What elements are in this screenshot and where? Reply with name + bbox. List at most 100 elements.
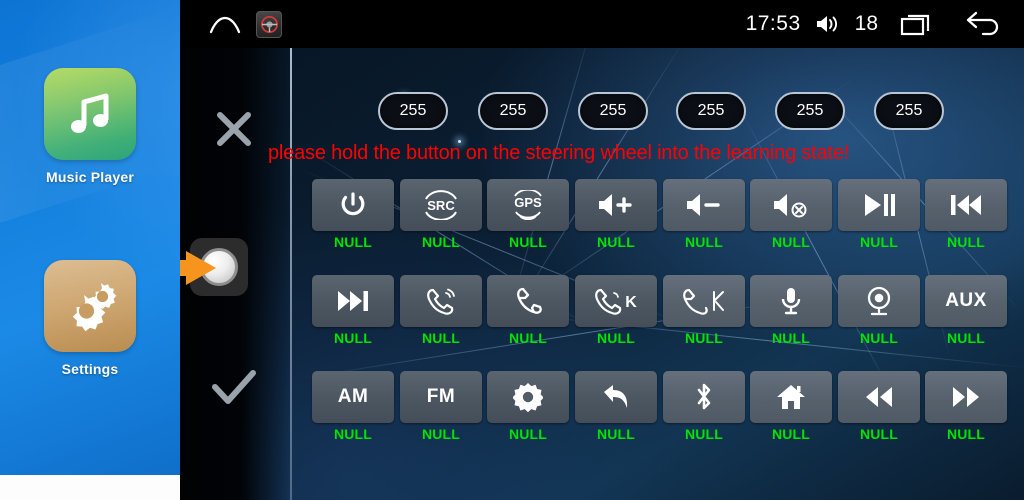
function-cell-volume-up[interactable]: NULL <box>575 179 657 250</box>
function-label: NULL <box>684 426 724 442</box>
function-label: NULL <box>771 426 811 442</box>
function-cell-phone-hangup-key[interactable]: NULL <box>663 275 745 346</box>
function-label: NULL <box>333 234 373 250</box>
fm-text: FM <box>426 386 456 407</box>
function-label: NULL <box>771 234 811 250</box>
function-label: NULL <box>859 426 899 442</box>
function-cell-camera[interactable]: NULL <box>838 275 920 346</box>
power-icon[interactable] <box>312 179 394 231</box>
aux-text: AUX <box>945 290 987 311</box>
fast-forward-icon[interactable] <box>925 371 1007 423</box>
function-label: NULL <box>333 330 373 346</box>
function-cell-microphone[interactable]: NULL <box>750 275 832 346</box>
camera-icon[interactable] <box>838 275 920 327</box>
microphone-icon[interactable] <box>750 275 832 327</box>
function-label: NULL <box>333 426 373 442</box>
function-cell-fm[interactable]: FM NULL <box>400 371 482 442</box>
app-label-music-player: Music Player <box>46 169 134 185</box>
status-time: 17:53 <box>745 12 801 35</box>
phone-answer-icon[interactable] <box>400 275 482 327</box>
function-cell-bluetooth[interactable]: NULL <box>663 371 745 442</box>
recent-apps-icon[interactable] <box>900 11 934 37</box>
fm-band-icon[interactable]: FM <box>400 371 482 423</box>
function-cell-gps[interactable]: GPS NULL <box>487 179 569 250</box>
app-tile-music-player[interactable]: Music Player <box>44 68 136 185</box>
function-cell-rewind[interactable]: NULL <box>838 371 920 442</box>
main-panel: 17:53 18 255 255 255 255 255 255 please … <box>180 0 1024 500</box>
gears-icon <box>44 260 136 352</box>
function-label: NULL <box>421 234 461 250</box>
steering-wheel-learning-screen: Music Player Settings 17:53 18 255 255 2… <box>0 0 1024 500</box>
next-track-icon[interactable] <box>312 275 394 327</box>
function-cell-settings[interactable]: NULL <box>487 371 569 442</box>
rewind-icon[interactable] <box>838 371 920 423</box>
function-cell-volume-down[interactable]: NULL <box>663 179 745 250</box>
function-label: NULL <box>596 426 636 442</box>
play-pause-icon[interactable] <box>838 179 920 231</box>
channel-value-pill[interactable]: 255 <box>874 92 944 130</box>
function-button-grid: NULL SRC NULL GPS NULL NULL NULL NULL NU… <box>180 130 1024 450</box>
function-cell-home[interactable]: NULL <box>750 371 832 442</box>
function-label: NULL <box>508 234 548 250</box>
svg-text:K: K <box>625 294 637 311</box>
function-label: NULL <box>859 234 899 250</box>
back-return-icon[interactable] <box>575 371 657 423</box>
function-cell-phone-hangup[interactable]: NULL <box>487 275 569 346</box>
function-label: NULL <box>508 426 548 442</box>
function-cell-src[interactable]: SRC NULL <box>400 179 482 250</box>
volume-up-icon[interactable] <box>575 179 657 231</box>
function-label: NULL <box>859 330 899 346</box>
function-cell-return[interactable]: NULL <box>575 371 657 442</box>
function-label: NULL <box>946 234 986 250</box>
function-cell-aux[interactable]: AUX NULL <box>925 275 1007 346</box>
back-arrow-icon[interactable] <box>964 11 1002 37</box>
phone-hangup-icon[interactable] <box>487 275 569 327</box>
previous-track-icon[interactable] <box>925 179 1007 231</box>
channel-value-pill[interactable]: 255 <box>676 92 746 130</box>
function-label: NULL <box>596 330 636 346</box>
steering-wheel-icon[interactable] <box>256 10 282 38</box>
app-label-settings: Settings <box>61 361 119 377</box>
home-icon[interactable] <box>750 371 832 423</box>
volume-down-icon[interactable] <box>663 179 745 231</box>
channel-value-pill[interactable]: 255 <box>478 92 548 130</box>
channel-value-pill[interactable]: 255 <box>775 92 845 130</box>
svg-text:SRC: SRC <box>427 198 455 213</box>
function-cell-mute[interactable]: NULL <box>750 179 832 250</box>
function-label: NULL <box>421 330 461 346</box>
music-note-icon <box>44 68 136 160</box>
mute-icon[interactable] <box>750 179 832 231</box>
function-cell-am[interactable]: AM NULL <box>312 371 394 442</box>
src-source-icon[interactable]: SRC <box>400 179 482 231</box>
function-label: NULL <box>596 234 636 250</box>
aux-icon[interactable]: AUX <box>925 275 1007 327</box>
function-cell-phone-answer[interactable]: NULL <box>400 275 482 346</box>
launcher-bottom-strip <box>0 475 180 500</box>
home-outline-icon[interactable] <box>208 12 242 36</box>
function-cell-phone-answer-key[interactable]: K NULL <box>575 275 657 346</box>
function-label: NULL <box>946 330 986 346</box>
function-cell-next-track[interactable]: NULL <box>312 275 394 346</box>
function-label: NULL <box>771 330 811 346</box>
app-tile-settings[interactable]: Settings <box>44 260 136 377</box>
channel-value-pill[interactable]: 255 <box>378 92 448 130</box>
gps-icon[interactable]: GPS <box>487 179 569 231</box>
status-bar: 17:53 18 <box>180 0 1024 48</box>
function-cell-power[interactable]: NULL <box>312 179 394 250</box>
function-label: NULL <box>946 426 986 442</box>
app-launcher-panel: Music Player Settings <box>0 0 180 475</box>
bluetooth-icon[interactable] <box>663 371 745 423</box>
status-volume-value: 18 <box>854 12 878 35</box>
function-cell-fast-forward[interactable]: NULL <box>925 371 1007 442</box>
function-label: NULL <box>421 426 461 442</box>
function-label: NULL <box>684 330 724 346</box>
function-cell-previous-track[interactable]: NULL <box>925 179 1007 250</box>
phone-answer-key-icon[interactable]: K <box>575 275 657 327</box>
settings-gear-icon[interactable] <box>487 371 569 423</box>
function-cell-play-pause[interactable]: NULL <box>838 179 920 250</box>
phone-hangup-key-icon[interactable] <box>663 275 745 327</box>
am-band-icon[interactable]: AM <box>312 371 394 423</box>
function-label: NULL <box>508 330 548 346</box>
speaker-volume-icon[interactable] <box>815 13 841 35</box>
channel-value-pill[interactable]: 255 <box>578 92 648 130</box>
